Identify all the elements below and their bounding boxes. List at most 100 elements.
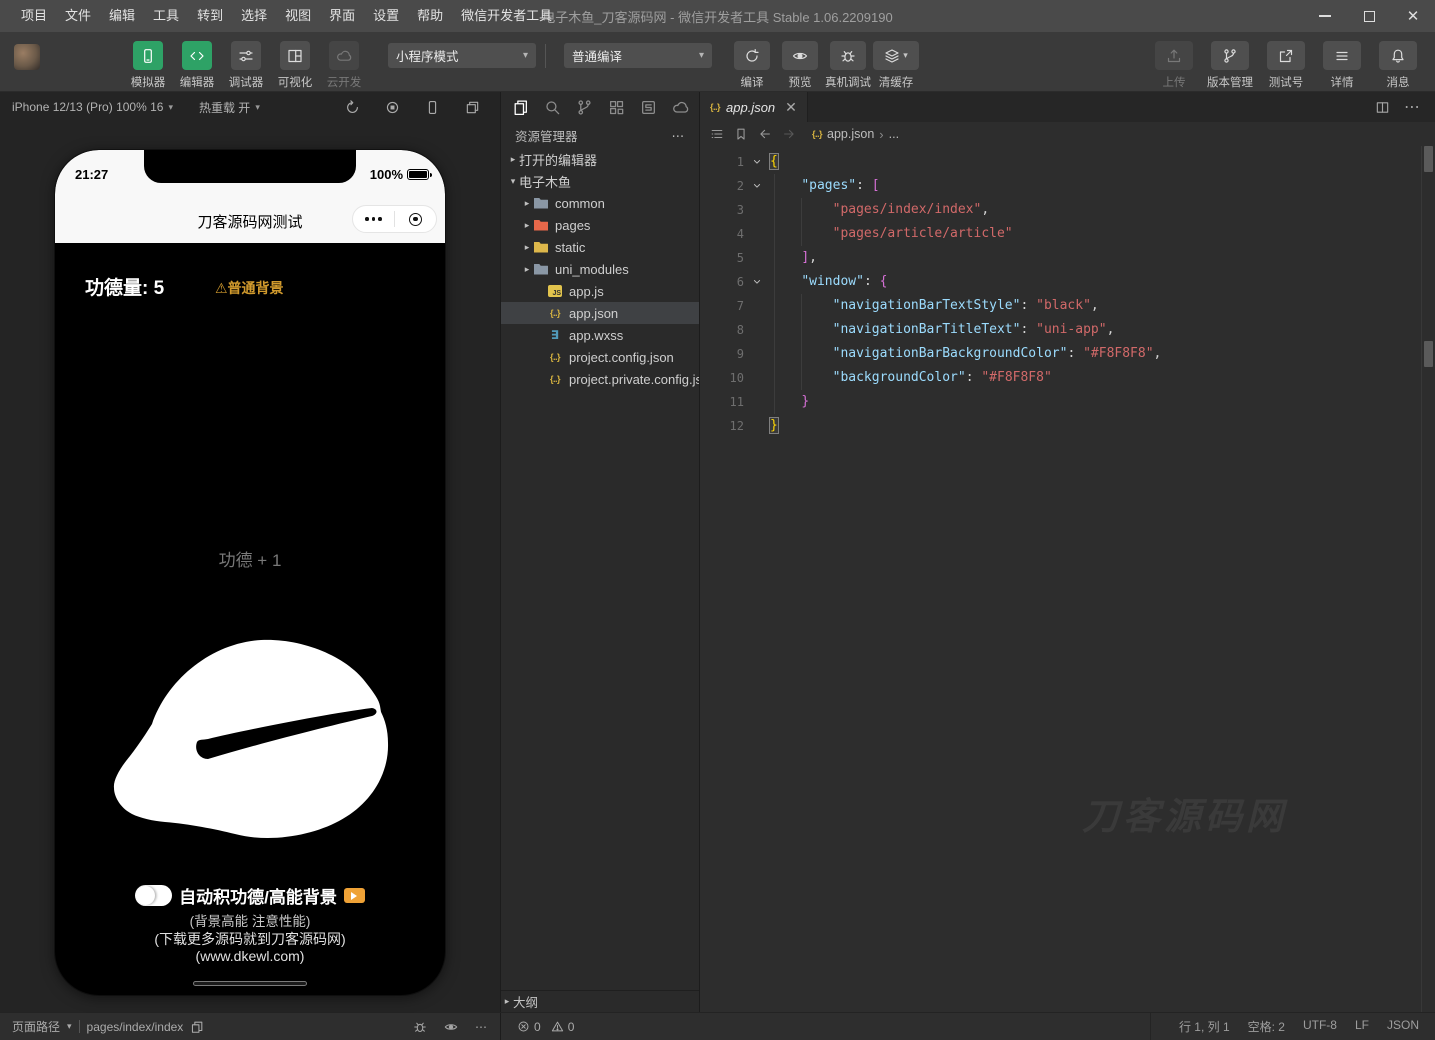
menu-item-6[interactable]: 视图 [276, 0, 320, 32]
code-line-10[interactable]: 10 "backgroundColor": "#F8F8F8" [700, 366, 1435, 390]
encoding[interactable]: UTF-8 [1303, 1018, 1337, 1035]
search-icon[interactable] [543, 98, 561, 116]
maximize-button[interactable] [1347, 0, 1391, 32]
json-file-icon: {..} [812, 129, 822, 139]
breadcrumb-file[interactable]: {..} app.json › ... [812, 127, 899, 142]
hot-reload-toggle[interactable]: 热重载 开 ▾ [199, 99, 260, 116]
explorer-item-project-root[interactable]: ▾电子木鱼 [501, 170, 699, 192]
code-line-1[interactable]: 1{ [700, 150, 1435, 174]
menu-item-4[interactable]: 转到 [188, 0, 232, 32]
explorer-item-pages[interactable]: ▸pages [501, 214, 699, 236]
explorer-item-app.json[interactable]: {..}app.json [501, 302, 699, 324]
auto-merit-toggle[interactable] [135, 885, 172, 906]
preview-eye-icon[interactable] [444, 1020, 458, 1034]
cloud-icon[interactable] [671, 98, 689, 116]
close-miniprogram-button[interactable] [395, 213, 436, 226]
explorer-item-static[interactable]: ▸static [501, 236, 699, 258]
fold-chevron-icon[interactable] [744, 150, 770, 174]
minimize-button[interactable] [1303, 0, 1347, 32]
fold-chevron-icon[interactable] [744, 270, 770, 294]
code-line-8[interactable]: 8 "navigationBarTitleText": "uni-app", [700, 318, 1435, 342]
explorer-item-open-editors[interactable]: ▸打开的编辑器 [501, 148, 699, 170]
outline-icon[interactable] [710, 127, 724, 141]
code-line-2[interactable]: 2 "pages": [ [700, 174, 1435, 198]
scrollbar-handle[interactable] [1424, 341, 1433, 367]
vconsole-icon[interactable] [413, 1020, 427, 1034]
menu-item-5[interactable]: 选择 [232, 0, 276, 32]
compile-mode-dropdown[interactable]: 普通编译 ▾ [564, 43, 712, 68]
page-path-label[interactable]: 页面路径 [12, 1018, 60, 1035]
code-line-12[interactable]: 12} [700, 414, 1435, 438]
list-button[interactable]: 详情 [1317, 41, 1367, 90]
bookmark-icon[interactable] [734, 127, 748, 141]
menu-item-8[interactable]: 设置 [364, 0, 408, 32]
compile-button[interactable]: 编译 [732, 41, 772, 90]
code-line-7[interactable]: 7 "navigationBarTextStyle": "black", [700, 294, 1435, 318]
code-line-4[interactable]: 4 "pages/article/article" [700, 222, 1435, 246]
source-control-icon[interactable] [575, 98, 593, 116]
code-line-5[interactable]: 5 ], [700, 246, 1435, 270]
more-menu-button[interactable] [353, 217, 394, 221]
menu-item-1[interactable]: 文件 [56, 0, 100, 32]
external-button[interactable]: 测试号 [1261, 41, 1311, 90]
explorer-item-app.js[interactable]: JSapp.js [501, 280, 699, 302]
explorer-item-app.wxss[interactable]: ∃app.wxss [501, 324, 699, 346]
windows-icon[interactable] [465, 100, 480, 115]
background-mode-badge[interactable]: ⚠普通背景 [215, 278, 284, 298]
menu-item-7[interactable]: 界面 [320, 0, 364, 32]
device-selector[interactable]: iPhone 12/13 (Pro) 100% 16 ▾ [12, 100, 173, 114]
menu-item-0[interactable]: 项目 [12, 0, 56, 32]
files-icon[interactable] [511, 98, 529, 116]
fold-chevron-icon[interactable] [744, 174, 770, 198]
code-line-3[interactable]: 3 "pages/index/index", [700, 198, 1435, 222]
record-icon[interactable] [385, 100, 400, 115]
more-actions-icon[interactable]: ⋯ [475, 1020, 488, 1034]
indent-setting[interactable]: 空格: 2 [1248, 1018, 1285, 1035]
split-editor-icon[interactable] [1375, 100, 1390, 115]
avatar[interactable] [14, 44, 40, 70]
bug-button[interactable]: 真机调试 [828, 41, 868, 90]
eye-button[interactable]: 预览 [780, 41, 820, 90]
mode-dropdown[interactable]: 小程序模式 ▾ [388, 43, 536, 68]
branch-button[interactable]: 版本管理 [1205, 41, 1255, 90]
close-button[interactable]: ✕ [1391, 0, 1435, 32]
sliders-button[interactable]: 调试器 [226, 41, 266, 90]
language-mode[interactable]: JSON [1387, 1018, 1419, 1035]
device-icon[interactable] [425, 100, 440, 115]
scrollbar-handle[interactable] [1424, 146, 1433, 172]
more-actions-icon[interactable]: ⋯ [672, 128, 686, 143]
arrow-right-icon[interactable] [782, 127, 796, 141]
tab-close-icon[interactable]: ✕ [785, 99, 797, 116]
layers-button[interactable]: ▾清缓存 [876, 41, 916, 90]
menu-item-3[interactable]: 工具 [144, 0, 188, 32]
cursor-position[interactable]: 行 1, 列 1 [1179, 1018, 1230, 1035]
layout-button[interactable]: 可视化 [275, 41, 315, 90]
extensions-icon[interactable] [607, 98, 625, 116]
eol-setting[interactable]: LF [1355, 1018, 1369, 1035]
code-button[interactable]: 编辑器 [177, 41, 217, 90]
video-ad-icon[interactable] [344, 888, 365, 903]
tab-app-json[interactable]: {..} app.json ✕ [700, 92, 808, 122]
code-line-11[interactable]: 11 } [700, 390, 1435, 414]
menu-item-10[interactable]: 微信开发者工具 [452, 0, 561, 32]
arrow-left-icon[interactable] [758, 127, 772, 141]
explorer-item-project.private.config.js...[interactable]: {..}project.private.config.js... [501, 368, 699, 390]
explorer-item-uni-modules[interactable]: ▸uni_modules [501, 258, 699, 280]
npm-scripts-icon[interactable] [639, 98, 657, 116]
code-line-9[interactable]: 9 "navigationBarBackgroundColor": "#F8F8… [700, 342, 1435, 366]
menu-item-9[interactable]: 帮助 [408, 0, 452, 32]
explorer-item-project.config.json[interactable]: {..}project.config.json [501, 346, 699, 368]
outline-section[interactable]: ▸ 大纲 [501, 990, 699, 1012]
copy-icon[interactable] [190, 1020, 204, 1034]
explorer-item-common[interactable]: ▸common [501, 192, 699, 214]
wooden-fish-image[interactable] [111, 638, 391, 843]
code-line-6[interactable]: 6 "window": { [700, 270, 1435, 294]
phone-button[interactable]: 模拟器 [128, 41, 168, 90]
bell-button[interactable]: 消息 [1373, 41, 1423, 90]
problems-indicator[interactable]: 0 0 [517, 1020, 574, 1034]
rotate-icon[interactable] [345, 100, 360, 115]
menu-item-2[interactable]: 编辑 [100, 0, 144, 32]
bottom-bar: 页面路径 ▾ pages/index/index ⋯ 0 0 行 1, 列 1 … [0, 1012, 1435, 1040]
code-editor[interactable]: 1{2 "pages": [3 "pages/index/index",4 "p… [700, 146, 1435, 438]
more-actions-icon[interactable]: ⋯ [1404, 97, 1421, 117]
